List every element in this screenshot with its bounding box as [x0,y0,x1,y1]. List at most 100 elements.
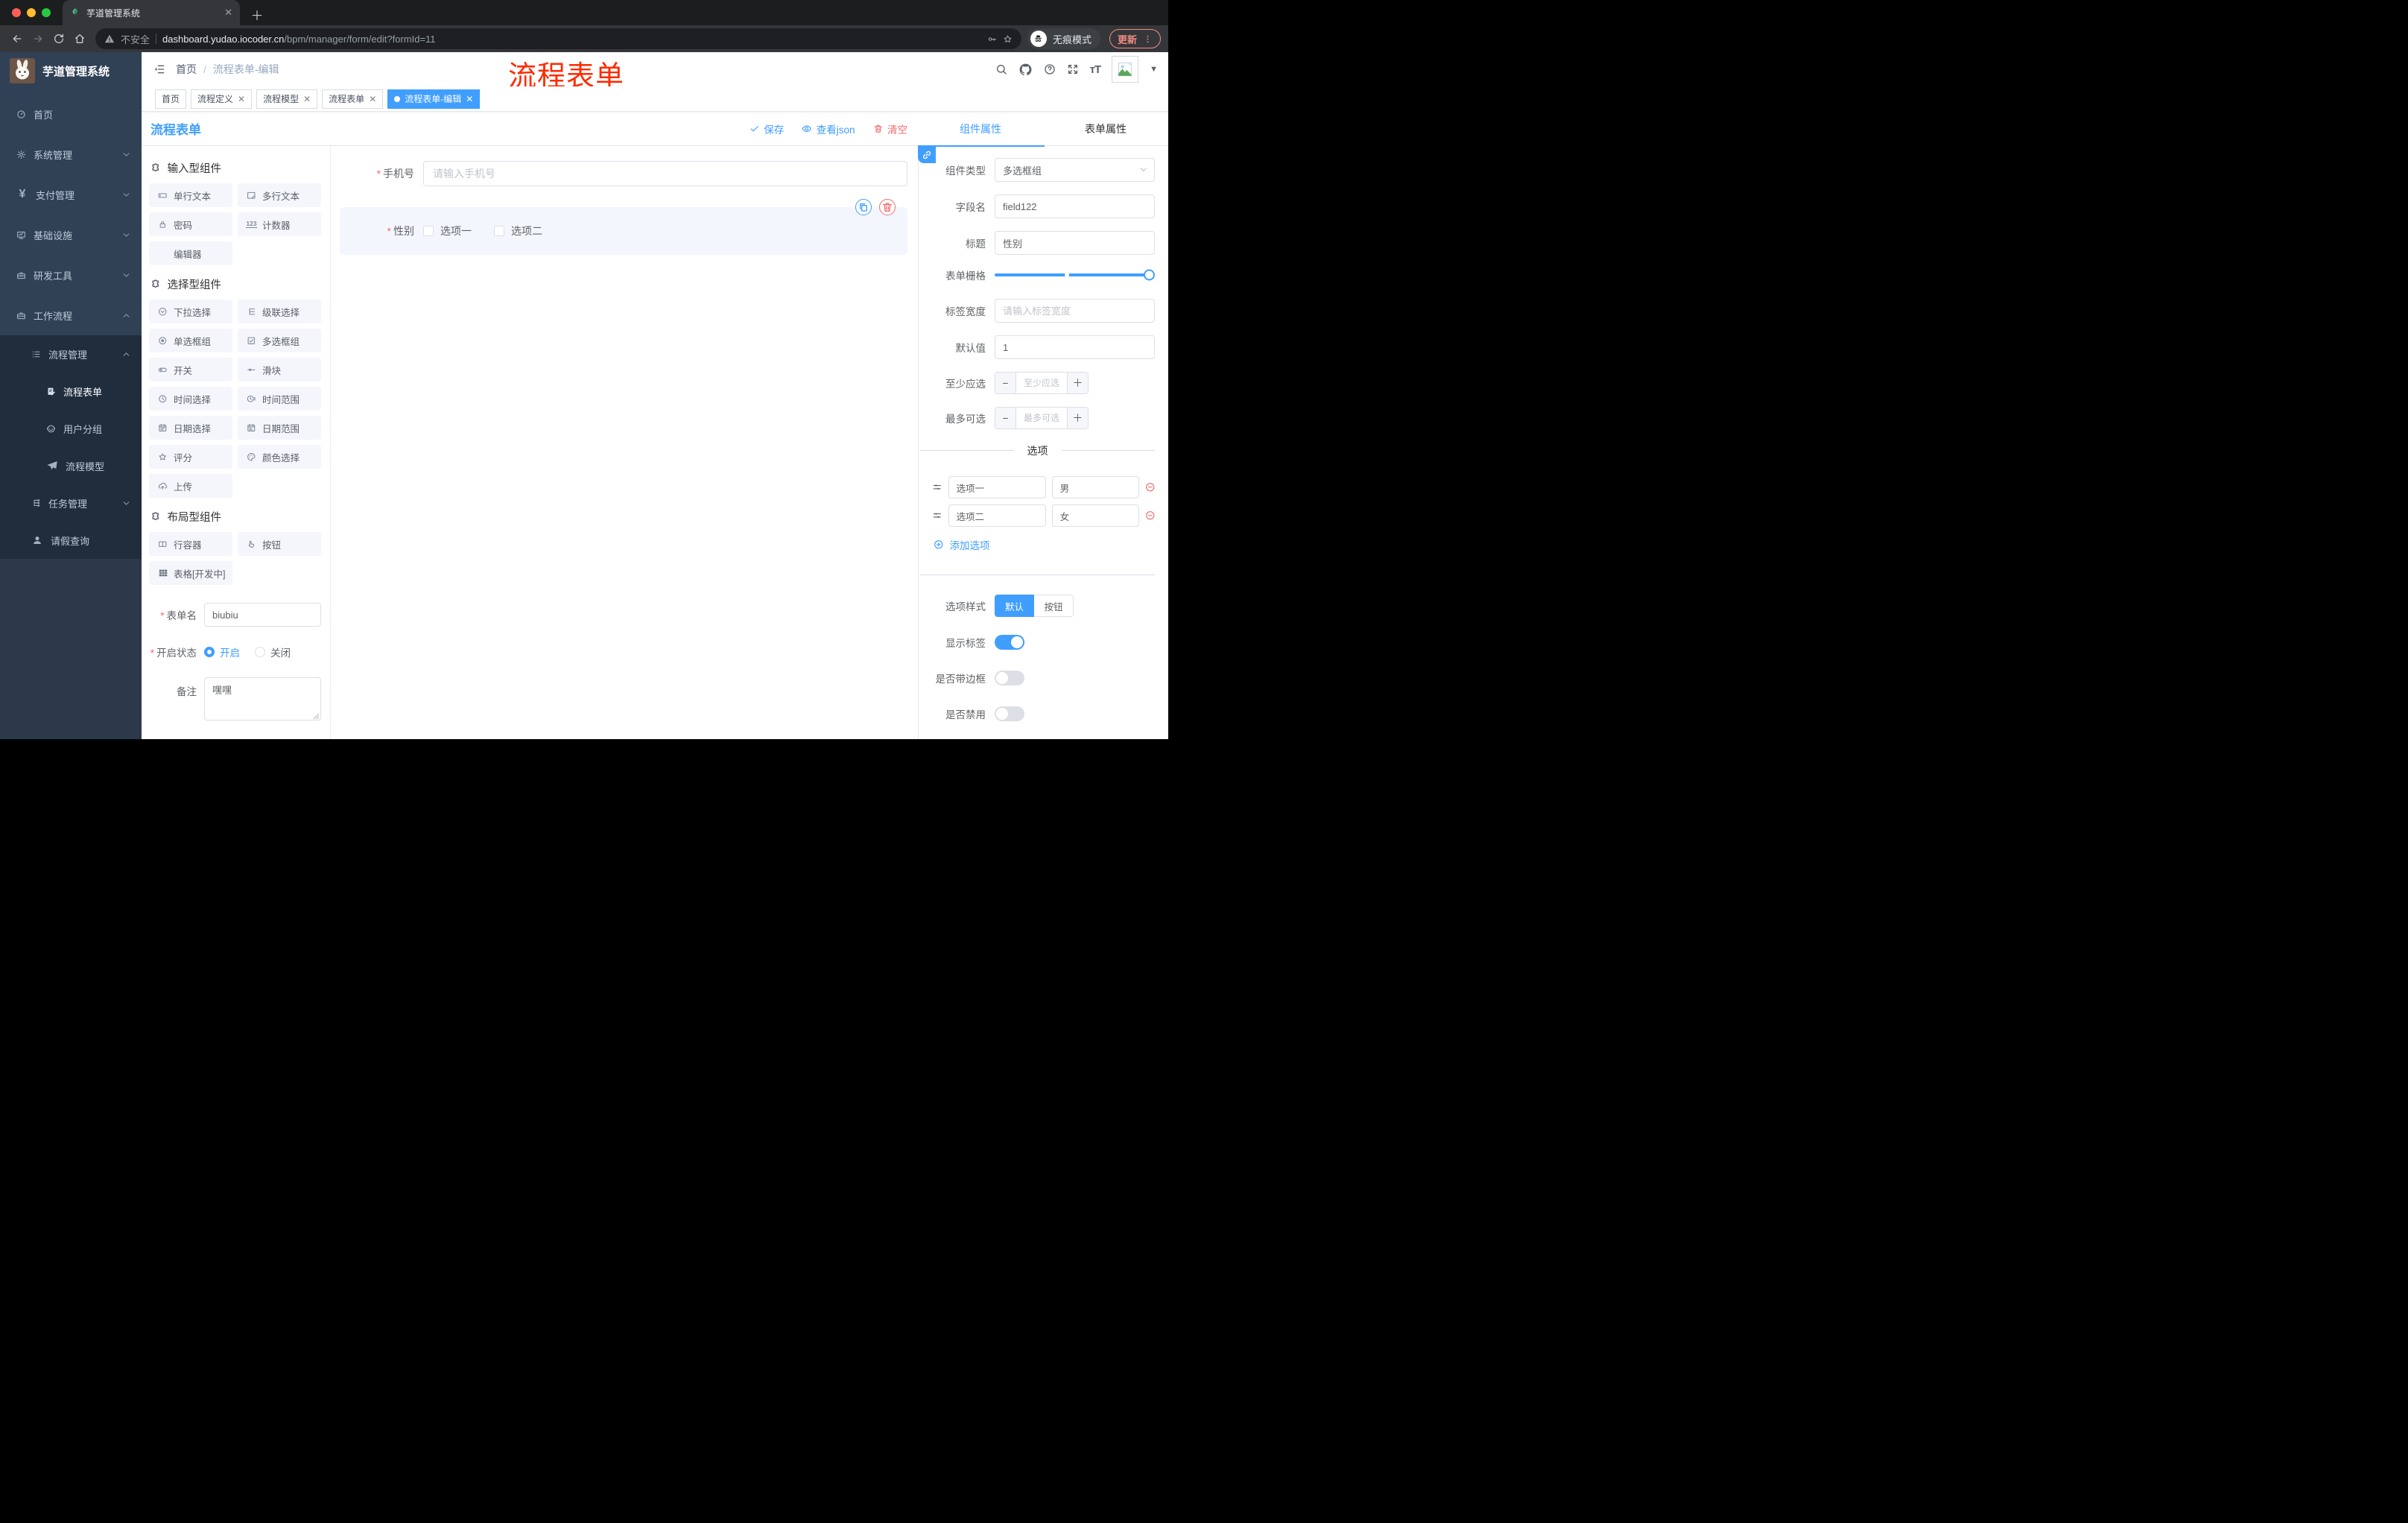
sidebar-item-流程管理[interactable]: 流程管理 [0,335,142,373]
forward-icon[interactable] [28,29,48,48]
stepper-minus-button[interactable]: − [995,373,1016,393]
sidebar-collapse-icon[interactable] [153,63,165,75]
checkbox-icon[interactable] [494,226,504,236]
sidebar-item-请假查询[interactable]: 请假查询 [0,522,142,559]
breadcrumb-home[interactable]: 首页 [176,62,197,77]
add-option-button[interactable]: 添加选项 [934,537,1155,552]
key-icon[interactable] [987,34,997,44]
form-name-input[interactable] [204,603,321,627]
tag-流程表单[interactable]: 流程表单 ✕ [322,89,384,109]
label-width-input[interactable] [995,299,1155,323]
logo-row[interactable]: 芋道管理系统 [0,52,142,89]
gender-option-2[interactable]: 选项二 [494,224,542,238]
save-button[interactable]: 保存 [750,121,784,136]
tag-流程表单-编辑[interactable]: 流程表单-编辑 ✕ [387,89,481,109]
option-value-input[interactable] [1051,476,1139,498]
stepper-plus-button[interactable]: ＋ [1067,373,1088,393]
back-icon[interactable] [7,29,27,48]
sidebar-item-工作流程[interactable]: 工作流程 [0,295,142,335]
component-表格[开发中][interactable]: 表格[开发中] [149,561,232,585]
max-select-input[interactable] [1016,408,1067,428]
tab-form-props[interactable]: 表单属性 [1043,112,1168,146]
sidebar-item-流程表单[interactable]: 流程表单 [0,373,142,410]
sidebar-item-基础设施[interactable]: 基础设施 [0,215,142,255]
component-时间选择[interactable]: 时间选择 [149,387,232,411]
component-多行文本[interactable]: 多行文本 [238,183,321,207]
component-级联选择[interactable]: 级联选择 [238,300,321,323]
component-开关[interactable]: 开关 [149,358,232,381]
sidebar-item-用户分组[interactable]: 用户分组 [0,410,142,447]
form-canvas[interactable]: 手机号 性别 选项一 [331,146,918,739]
gender-field-row-selected[interactable]: 性别 选项一 选项二 [340,199,907,255]
style-default-button[interactable]: 默认 [995,595,1034,617]
component-计数器[interactable]: 123 计数器 [238,212,321,236]
checkbox-icon[interactable] [423,226,434,236]
sidebar-item-支付管理[interactable]: ¥ 支付管理 [0,174,142,215]
new-tab-button[interactable]: ＋ [249,5,265,23]
github-icon[interactable] [1018,63,1033,77]
tab-component-props[interactable]: 组件属性 [918,112,1043,146]
stepper-minus-button[interactable]: − [995,408,1016,428]
component-日期范围[interactable]: 日期范围 [238,416,321,440]
component-颜色选择[interactable]: 颜色选择 [238,445,321,469]
toggle-switch-是否带边框[interactable] [995,671,1024,685]
browser-menu-dots-icon[interactable] [1143,34,1153,44]
url-bar[interactable]: 不安全 dashboard.yudao.iocoder.cn/bpm/manag… [95,28,1021,49]
bookmark-star-icon[interactable] [1003,34,1013,44]
help-icon[interactable] [1044,63,1056,75]
component-type-select[interactable] [995,158,1155,182]
font-size-icon[interactable]: тT [1090,63,1101,76]
component-日期选择[interactable]: 日期选择 [149,416,232,440]
status-radio-off[interactable]: 关闭 [255,645,291,659]
component-按钮[interactable]: 按钮 [238,532,321,556]
option-value-input[interactable] [1051,504,1139,527]
component-多选框组[interactable]: 多选框组 [238,329,321,352]
toggle-switch-是否禁用[interactable] [995,706,1024,721]
sidebar-item-流程模型[interactable]: 流程模型 [0,447,142,484]
component-编辑器[interactable]: 编辑器 [149,241,232,265]
minimize-window-button[interactable] [27,8,36,17]
avatar[interactable] [1112,56,1139,83]
browser-update-button[interactable]: 更新 [1109,29,1161,48]
tag-流程定义[interactable]: 流程定义 ✕ [191,89,253,109]
delete-component-button[interactable] [879,199,896,215]
tag-流程模型[interactable]: 流程模型 ✕ [256,89,318,109]
phone-field-row[interactable]: 手机号 [340,161,907,186]
status-radio-on[interactable]: 开启 [204,645,240,659]
field-name-input[interactable] [995,194,1155,218]
stepper-plus-button[interactable]: ＋ [1067,408,1088,428]
close-window-button[interactable] [12,8,21,17]
avatar-caret-icon[interactable]: ▼ [1150,65,1158,74]
gender-option-1[interactable]: 选项一 [423,224,472,238]
component-评分[interactable]: 评分 [149,445,232,469]
home-icon[interactable] [70,29,89,48]
component-下拉选择[interactable]: 下拉选择 [149,300,232,323]
component-单行文本[interactable]: 单行文本 [149,183,232,207]
tab-close-icon[interactable]: ✕ [224,7,232,19]
textarea-resize-grip[interactable] [313,713,320,720]
sidebar-item-任务管理[interactable]: 任务管理 [0,484,142,522]
copy-component-button[interactable] [855,199,872,215]
maximize-window-button[interactable] [42,8,51,17]
tag-close-icon[interactable]: ✕ [238,94,245,104]
option-label-input[interactable] [948,476,1046,498]
sidebar-item-首页[interactable]: 首页 [0,94,142,134]
reload-icon[interactable] [49,29,69,48]
component-密码[interactable]: 密码 [149,212,232,236]
link-icon[interactable] [918,146,936,163]
sidebar-item-研发工具[interactable]: 研发工具 [0,255,142,295]
clear-button[interactable]: 清空 [873,121,907,136]
tag-close-icon[interactable]: ✕ [303,94,311,104]
component-滑块[interactable]: 滑块 [238,358,321,381]
view-json-button[interactable]: 查看json [802,121,855,136]
grid-slider[interactable] [995,269,1155,281]
remove-option-button[interactable] [1145,510,1156,521]
component-单选框组[interactable]: 单选框组 [149,329,232,352]
fullscreen-icon[interactable] [1067,63,1079,75]
remove-option-button[interactable] [1145,482,1156,493]
tag-首页[interactable]: 首页 [155,89,187,109]
style-button-button[interactable]: 按钮 [1034,595,1074,617]
tag-close-icon[interactable]: ✕ [369,94,376,104]
toggle-switch-显示标签[interactable] [995,635,1024,650]
component-行容器[interactable]: 行容器 [149,532,232,556]
